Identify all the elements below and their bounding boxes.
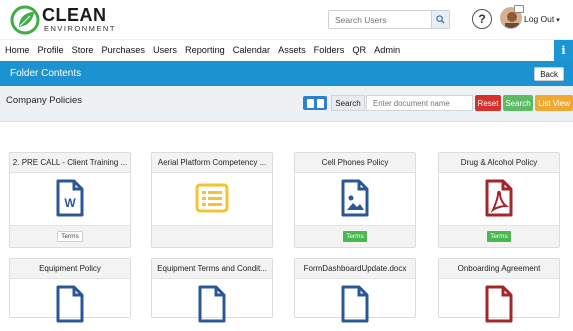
help-icon[interactable]: ? (472, 9, 492, 29)
brand-logo[interactable]: CLEAN ENVIRONMENT (42, 6, 116, 33)
nav-qr[interactable]: QR (352, 45, 366, 55)
nav-users[interactable]: Users (153, 45, 177, 55)
nav-admin[interactable]: Admin (374, 45, 400, 55)
document-card[interactable]: 2. PRE CALL - Client Training ... W Term… (9, 152, 131, 248)
brand-tagline: ENVIRONMENT (44, 24, 116, 33)
list-doc-icon (195, 183, 229, 213)
user-search (328, 10, 450, 29)
search-label: Search (331, 95, 365, 111)
user-search-input[interactable] (329, 11, 431, 28)
document-title: FormDashboardUpdate.docx (295, 259, 415, 279)
reset-button[interactable]: Reset (475, 95, 501, 111)
nav-purchases[interactable]: Purchases (102, 45, 145, 55)
doc-icon (316, 98, 324, 108)
search-button[interactable] (431, 11, 449, 28)
doc-icon (306, 98, 314, 108)
document-title: Cell Phones Policy (295, 153, 415, 173)
document-title: Equipment Terms and Condit... (152, 259, 272, 279)
grid-view-toggle[interactable] (303, 96, 327, 110)
info-icon[interactable]: i (554, 40, 573, 61)
document-search-input[interactable] (366, 95, 473, 111)
pdf-doc-icon (485, 285, 513, 323)
document-card[interactable]: Aerial Platform Competency ... (151, 152, 273, 248)
document-title: Equipment Policy (10, 259, 130, 279)
folder-toolbar: Company Policies Search Reset Search Lis… (0, 86, 573, 122)
folder-bar: Folder Contents Back (0, 61, 573, 86)
document-card[interactable]: FormDashboardUpdate.docx (294, 258, 416, 323)
terms-badge[interactable]: Terms (343, 231, 367, 242)
nav-assets[interactable]: Assets (278, 45, 306, 55)
nav-reporting[interactable]: Reporting (185, 45, 225, 55)
document-card[interactable]: Equipment Terms and Condit... (151, 258, 273, 323)
document-card[interactable]: Drug & Alcohol Policy Terms (438, 152, 560, 248)
terms-badge[interactable]: Terms (487, 231, 511, 242)
nav-store[interactable]: Store (72, 45, 94, 55)
nav-home[interactable]: Home (5, 45, 30, 55)
nav-folders[interactable]: Folders (314, 45, 345, 55)
word-doc-icon (198, 285, 226, 323)
search-documents-button[interactable]: Search (503, 95, 533, 111)
list-view-button[interactable]: List View (535, 95, 573, 111)
document-title: Drug & Alcohol Policy (439, 153, 559, 173)
nav-profile[interactable]: Profile (38, 45, 64, 55)
document-card[interactable]: Cell Phones Policy Terms (294, 152, 416, 248)
mail-icon[interactable] (514, 5, 524, 13)
leaf-logo-icon (10, 5, 40, 35)
word-doc-icon: W (56, 179, 84, 217)
brand-name: CLEAN (42, 5, 107, 25)
folder-title: Folder Contents (10, 68, 82, 79)
logout-label: Log Out (524, 14, 555, 24)
document-card[interactable]: Onboarding Agreement (438, 258, 560, 323)
back-button[interactable]: Back (534, 67, 564, 81)
document-title: 2. PRE CALL - Client Training ... (10, 153, 130, 173)
folder-name: Company Policies (6, 95, 83, 106)
logout-menu[interactable]: Log Out ▾ (524, 14, 560, 24)
search-icon (436, 15, 445, 24)
image-doc-icon (341, 285, 369, 323)
document-title: Onboarding Agreement (439, 259, 559, 279)
pdf-doc-icon (485, 179, 513, 217)
chevron-down-icon: ▾ (556, 17, 560, 24)
image-doc-icon (341, 179, 369, 217)
svg-text:W: W (64, 196, 76, 210)
word-doc-icon (56, 285, 84, 323)
document-title: Aerial Platform Competency ... (152, 153, 272, 173)
terms-badge[interactable]: Terms (57, 231, 83, 242)
main-nav: Home Profile Store Purchases Users Repor… (0, 39, 573, 61)
top-header: CLEAN ENVIRONMENT ? Log Out▾ (0, 0, 573, 39)
document-card[interactable]: Equipment Policy (9, 258, 131, 323)
nav-calendar[interactable]: Calendar (233, 45, 270, 55)
